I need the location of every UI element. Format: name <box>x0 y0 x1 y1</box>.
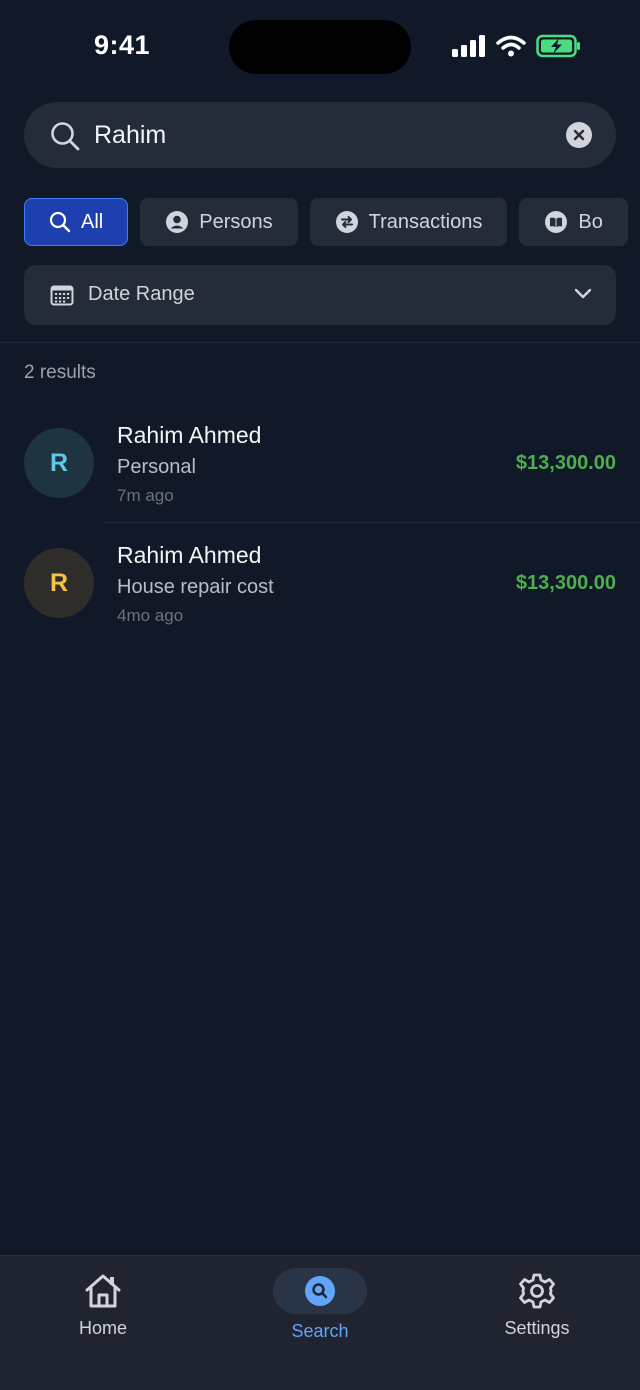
gear-icon <box>518 1272 556 1315</box>
result-description: Personal <box>117 456 196 478</box>
result-timestamp: 4mo ago <box>117 606 184 625</box>
filter-chip-all[interactable]: All <box>24 198 129 246</box>
status-time: 9:41 <box>94 30 151 60</box>
home-icon <box>83 1272 123 1315</box>
filter-chip-books[interactable]: Bo <box>519 198 628 246</box>
filter-chip-label: Transactions <box>368 210 483 233</box>
filter-chip-persons[interactable]: Persons <box>140 198 298 246</box>
filter-chip-transactions[interactable]: Transactions <box>309 198 508 246</box>
result-name: Rahim Ahmed <box>117 422 262 448</box>
battery-charging-icon <box>536 34 582 63</box>
calendar-icon <box>50 284 74 311</box>
nav-search-pill <box>273 1268 367 1314</box>
status-bar: 9:41 <box>0 0 640 92</box>
search-bar[interactable] <box>24 102 616 168</box>
date-range-select[interactable]: Date Range <box>24 265 616 325</box>
search-icon <box>305 1276 335 1306</box>
filter-chips: All Persons Transactions Bo <box>24 198 640 248</box>
bottom-navigation: Home Search Settings <box>0 1255 640 1390</box>
result-amount: $13,300.00 <box>515 452 616 474</box>
nav-home-label: Home <box>78 1318 127 1338</box>
nav-settings[interactable]: Settings <box>457 1256 617 1366</box>
clear-search-button[interactable] <box>566 122 592 148</box>
filter-chip-label: All <box>81 210 104 233</box>
filter-chip-label: Persons <box>199 210 273 233</box>
status-icons <box>452 34 582 63</box>
result-name: Rahim Ahmed <box>117 542 262 568</box>
search-icon <box>50 121 80 156</box>
search-screen: 9:41 Rahim All Persons Transactions Bo D… <box>0 0 640 1390</box>
nav-search-label: Search <box>291 1321 349 1341</box>
result-description: House repair cost <box>117 576 274 598</box>
filter-chip-label: Bo <box>578 210 603 233</box>
cellular-signal-icon <box>452 35 486 62</box>
avatar: R <box>24 428 94 498</box>
chevron-down-icon <box>574 287 592 305</box>
result-row[interactable]: R Rahim Ahmed House repair cost 4mo ago … <box>0 522 640 642</box>
results-count: 2 results <box>24 362 96 383</box>
dynamic-island <box>229 20 411 74</box>
exchange-icon <box>335 210 359 234</box>
result-row[interactable]: R Rahim Ahmed Personal 7m ago $13,300.00 <box>0 402 640 522</box>
search-input[interactable] <box>94 114 554 156</box>
avatar: R <box>24 548 94 618</box>
close-icon <box>573 129 585 141</box>
nav-settings-label: Settings <box>504 1318 570 1338</box>
result-timestamp: 7m ago <box>117 486 174 505</box>
result-amount: $13,300.00 <box>515 572 616 594</box>
nav-home[interactable]: Home <box>23 1256 183 1366</box>
nav-search[interactable]: Search <box>240 1256 400 1366</box>
search-icon <box>49 211 71 233</box>
wifi-icon <box>496 35 526 62</box>
section-divider <box>0 342 640 343</box>
person-icon <box>165 210 189 234</box>
book-icon <box>544 210 568 234</box>
date-range-label: Date Range <box>88 283 195 305</box>
